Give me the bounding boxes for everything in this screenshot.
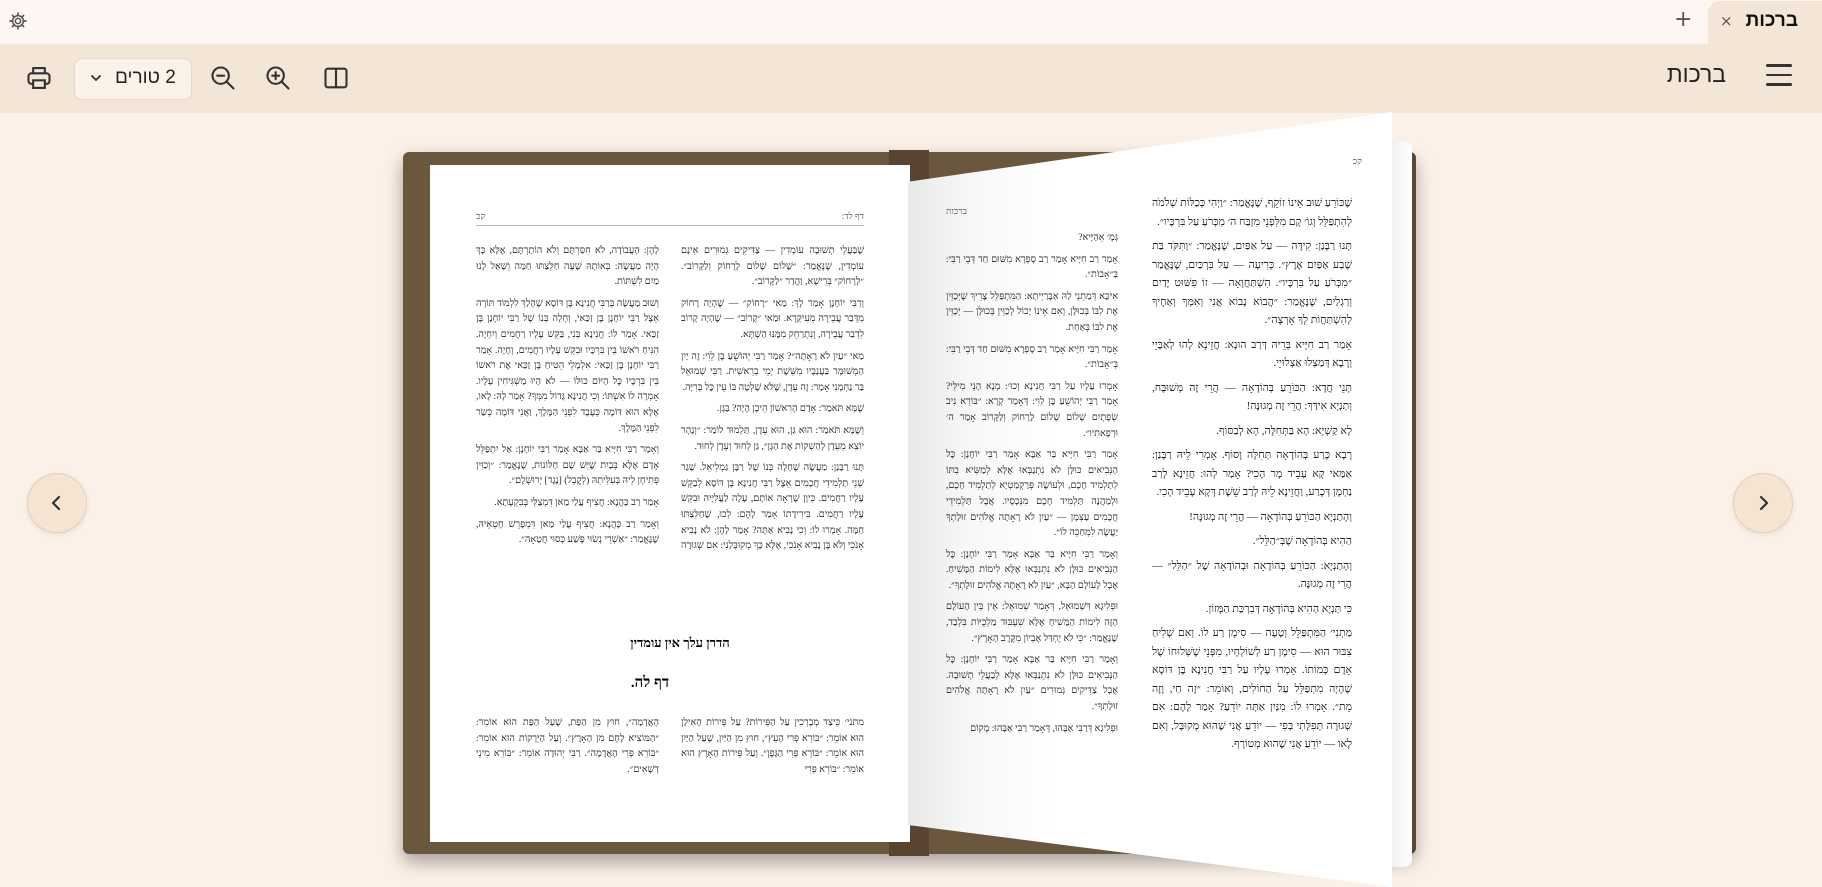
chapter-end-title: הדרן עלך אין עומדין: [630, 635, 730, 650]
page-header-title: ברכות: [946, 206, 967, 216]
paragraph: תָּנוּ רַבָּנַן: קִידָּה — עַל אַפַּיִם,…: [1152, 240, 1352, 326]
tab-close-button[interactable]: ×: [1720, 12, 1733, 30]
page-header-number: קכ: [476, 211, 486, 221]
paragraph: אִיכָּא דְּמַתְנֵי לַהּ אַבָּרַיְיתָא: ה…: [946, 290, 1118, 333]
paragraph: וְרַבִּי יוֹחָנָן אָמַר לָךְ: מַאי ״רָחו…: [681, 297, 864, 340]
page-header-number: קכ: [1352, 156, 1362, 166]
paragraph: וְאָמַר רַב כָּהֲנָא: חֲצִיף עֲלַי מַאן …: [476, 518, 659, 546]
print-icon: [27, 67, 51, 89]
paragraph: וּפְלִיגָא דִּשְׁמוּאֵל, דְּאָמַר שְׁמוּ…: [946, 601, 1118, 644]
book-title: ברכות: [1666, 61, 1726, 87]
tab-bar: + ברכות ×: [0, 0, 1822, 44]
text-column-left: לָהֶן: הָעֲבוֹדָה, לֹא חִסַּרְתֶּם וְלֹא…: [476, 243, 659, 583]
text-column-right: שֶׁכּוֹרֵעַ שׁוּב אֵינוֹ זוֹקֵף, שֶׁנֶּא…: [1152, 194, 1352, 844]
paragraph: כִּי תַּנְיָא הַהִיא בְּהוֹדָאָה דְּבִרְ…: [1205, 602, 1352, 615]
menu-icon[interactable]: [1766, 64, 1792, 86]
zoom-in-button[interactable]: [257, 58, 299, 98]
paragraph: מַתְנִי׳ הַמִּתְפַּלֵּל וְטָעָה — סִימָן…: [1152, 627, 1352, 750]
paragraph: וְאָמַר רַבִּי חִיָּיא בַּר אַבָּא אָמַר…: [946, 654, 1118, 713]
right-page-turning[interactable]: קכ ברכות שֶׁכּוֹרֵעַ שׁוּב אֵינוֹ זוֹקֵף…: [908, 112, 1392, 887]
toolbar: 2 טורים ברכות: [0, 44, 1822, 113]
paragraph: וּפְלִיגָא דְּרַבִּי אַבָּהוּ, דְּאָמַר …: [970, 722, 1118, 734]
daf-title: דף לה.: [630, 675, 670, 691]
paragraph: רָבָא כָּרַע בְּהוֹדָאָה תְּחִלָּה וָסוֹ…: [1152, 449, 1352, 498]
paragraph: תָּנֵי חֲדָא: הַכּוֹרֵעַ בְּהוֹדָאָה — ה…: [1152, 381, 1352, 413]
columns-select-value: 2 טורים: [115, 67, 176, 88]
paragraph: אָמַר רַב חִיָּיא אָמַר רַב סָפְרָא מִשּ…: [946, 253, 1118, 281]
paragraph: וְהָתַנְיָא: הַכּוֹרֵעַ בְּהוֹדָאָה וּבְ…: [1152, 559, 1352, 591]
page-header-daf: דף לד:: [841, 211, 864, 221]
page-stack-edge: [1392, 141, 1412, 867]
mishna-left: הָאֲדָמָה״, חוּץ מִן הַפַּת, שֶׁעַל הַפַ…: [476, 717, 659, 775]
settings-icon[interactable]: [8, 11, 28, 31]
paragraph: וְאָמַר רַבִּי חִיָּיא בַּר אַבָּא אָמַר…: [476, 444, 659, 487]
split-view-icon: [324, 67, 348, 89]
paragraph: תָּנוּ רַבָּנַן: מַעֲשֶׂה שֶׁחָלָה בְּנו…: [681, 462, 864, 552]
next-page-button[interactable]: [1733, 473, 1793, 533]
text-column-left: גְּמָ׳ אֵהַיָּיא? אָמַר רַב חִיָּיא אָמַ…: [946, 230, 1118, 810]
paragraph: וְהָתַנְיָא הַכּוֹרֵעַ בְּהוֹדָאָה — הֲר…: [1189, 510, 1352, 523]
tab-title: ברכות: [1745, 10, 1798, 31]
paragraph: לָא קַשְׁיָא: הָא בַּתְּחִלָּה, הָא לְבַ…: [1216, 424, 1352, 437]
print-button[interactable]: [18, 58, 60, 98]
zoom-in-icon: [266, 66, 290, 90]
split-view-button[interactable]: [315, 58, 357, 98]
new-tab-button[interactable]: +: [1674, 7, 1692, 32]
paragraph: מַאי ״עַיִן לֹא רָאָתָה״? אָמַר רַבִּי י…: [681, 350, 864, 393]
paragraph: אָמַר רַבִּי חִיָּיא בַּר אַבָּא אָמַר ר…: [946, 449, 1118, 539]
paragraph: וְאָמַר רַבִּי חִיָּיא בַּר אַבָּא אָמַר…: [946, 548, 1118, 591]
paragraph: שֶׁבַּעֲלֵי תְשׁוּבָה עוֹמְדִין — צַדִּי…: [681, 245, 864, 288]
mishna-right: מתני׳ כֵּיצַד מְבָרְכִין עַל הַפֵּירוֹת?…: [681, 717, 864, 775]
paragraph: הַהִיא בְּהוֹדָאָה שֶׁבְּ״הַלֵּל״.: [1252, 535, 1352, 547]
paragraph: וְשֶׁמָּא תֹּאמַר: הוּא גַּן, הוּא עֵדֶן…: [681, 424, 864, 452]
paragraph: אָמְרוּ עָלָיו עַל רַבִּי חֲנִינָא וְכוּ…: [946, 380, 1118, 439]
tab-brachot[interactable]: ברכות ×: [1708, 1, 1822, 44]
chevron-down-icon: [91, 75, 101, 82]
chevron-left-icon: [51, 495, 61, 511]
zoom-out-button[interactable]: [202, 58, 244, 98]
zoom-out-icon: [211, 66, 235, 90]
paragraph: גְּמָ׳ אֵהַיָּיא?: [1078, 232, 1118, 243]
paragraph: אָמַר רַב חִיָּיא בְּרֵיהּ דְּרַב הוּנָא…: [1152, 338, 1352, 370]
chevron-right-icon: [1759, 495, 1769, 511]
paragraph: שֶׁכּוֹרֵעַ שׁוּב אֵינוֹ זוֹקֵף, שֶׁנֶּא…: [1152, 197, 1352, 228]
page-header-rule: [476, 225, 864, 226]
left-page[interactable]: דף לד: קכ שֶׁבַּעֲלֵי תְשׁוּבָה עוֹמְדִי…: [430, 165, 910, 842]
paragraph: שֶׁמָּא תֹּאמַר: אָדָם הָרִאשׁוֹן הֵיכָן…: [717, 403, 864, 415]
columns-select[interactable]: 2 טורים: [74, 58, 192, 100]
paragraph: אָמַר רַבִּי חִיָּיא אָמַר רַב סָפְרָא מ…: [946, 343, 1118, 371]
text-column-right: שֶׁבַּעֲלֵי תְשׁוּבָה עוֹמְדִין — צַדִּי…: [681, 243, 864, 553]
paragraph: לָהֶן: הָעֲבוֹדָה, לֹא חִסַּרְתֶּם וְלֹא…: [476, 245, 659, 288]
previous-page-button[interactable]: [27, 473, 87, 533]
paragraph: וְשׁוּב מַעֲשֶׂה בְּרַבִּי חֲנִינָא בֶּן…: [476, 297, 659, 434]
paragraph: אָמַר רַב כָּהֲנָא: חֲצִיף עֲלַי מַאן דִ…: [494, 496, 659, 508]
